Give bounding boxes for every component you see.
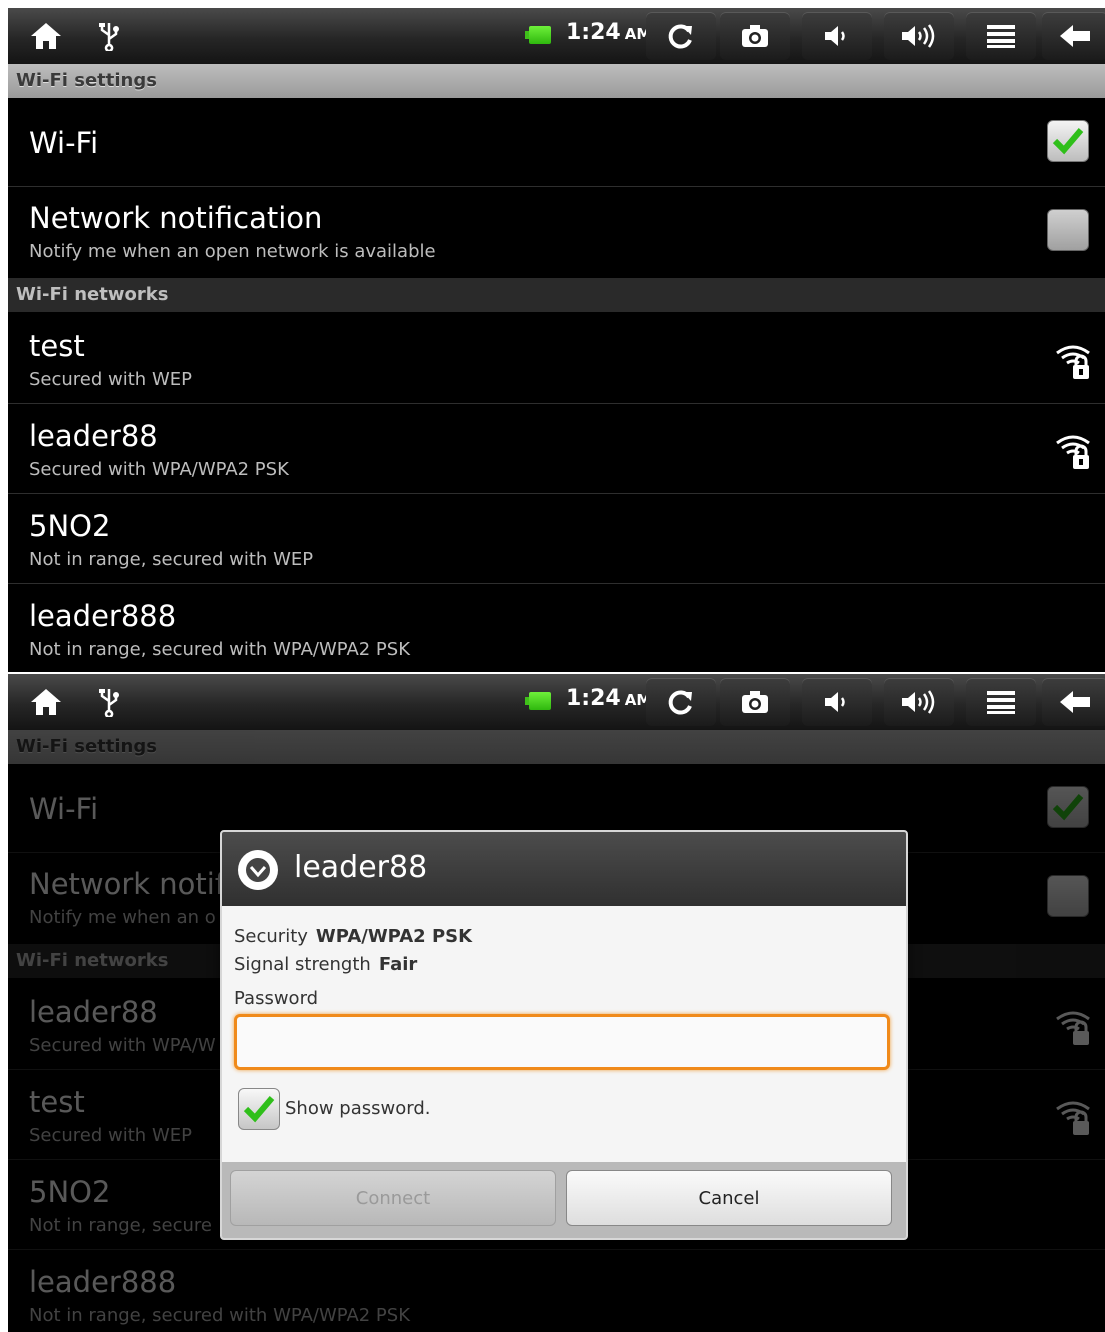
menu-button[interactable] <box>966 12 1036 60</box>
network-notification-checkbox <box>1047 875 1089 917</box>
usb-icon <box>94 682 124 722</box>
refresh-icon <box>668 24 692 49</box>
wifi-toggle-row[interactable]: Wi-Fi <box>8 98 1105 187</box>
network-name: leader88 <box>29 995 158 1029</box>
network-status: Not in range, secured with WPA/WPA2 PSK <box>29 1305 411 1326</box>
wifi-checkbox <box>1047 786 1089 828</box>
network-status: Not in range, secured with WPA/WPA2 PSK <box>29 639 411 660</box>
checkmark-icon <box>1052 794 1084 821</box>
status-bar: 1:24 AM <box>8 674 1105 730</box>
volume-down-button[interactable] <box>802 12 872 60</box>
back-icon <box>1060 25 1090 47</box>
network-status: Secured with WPA/WPA2 PSK <box>29 459 289 480</box>
network-item[interactable]: leader88 Secured with WPA/WPA2 PSK <box>8 403 1105 494</box>
network-notification-subtitle: Notify me when an open network is availa… <box>29 241 436 262</box>
menu-icon <box>987 691 1015 714</box>
wifi-dialog-icon <box>238 850 278 890</box>
camera-icon <box>742 25 768 47</box>
password-input[interactable] <box>234 1014 890 1070</box>
dialog-title-bar: leader88 <box>222 832 906 906</box>
networks-header: Wi-Fi networks <box>8 278 1105 312</box>
wifi-checkbox[interactable] <box>1047 120 1089 162</box>
menu-icon <box>987 25 1015 48</box>
wifi-locked-icon <box>1056 435 1090 469</box>
network-item: leader888 Not in range, secured with WPA… <box>8 1249 1105 1332</box>
refresh-button[interactable] <box>646 678 716 726</box>
network-name: leader88 <box>29 419 158 453</box>
clock: 1:24 AM <box>566 686 652 711</box>
cancel-button[interactable]: Cancel <box>566 1170 892 1226</box>
network-status: Not in range, secure <box>29 1215 213 1236</box>
menu-button[interactable] <box>966 678 1036 726</box>
clock: 1:24 AM <box>566 20 652 45</box>
signal-info: Signal strength Fair <box>234 954 418 975</box>
network-item[interactable]: leader888 Not in range, secured with WPA… <box>8 583 1105 672</box>
network-name: test <box>29 1085 85 1119</box>
wifi-locked-icon <box>1056 345 1090 379</box>
home-icon[interactable] <box>26 682 66 722</box>
password-label: Password <box>234 988 319 1009</box>
volume-up-icon <box>902 24 935 48</box>
wifi-label: Wi-Fi <box>29 792 99 826</box>
wifi-password-dialog-screen: 1:24 AM Wi-Fi settings Wi-Fi Network not… <box>8 674 1105 1332</box>
network-notification-title: Network notification <box>29 201 323 235</box>
network-notification-checkbox[interactable] <box>1047 209 1089 251</box>
show-password-label[interactable]: Show password. <box>285 1098 430 1119</box>
page-title: Wi-Fi settings <box>8 64 1105 98</box>
page-title: Wi-Fi settings <box>8 730 1105 764</box>
wifi-settings-screen: 1:24 AM Wi-Fi settings Wi-Fi Network noti… <box>8 8 1105 672</box>
home-icon[interactable] <box>26 16 66 56</box>
refresh-icon <box>668 690 692 715</box>
network-item[interactable]: 5NO2 Not in range, secured with WEP <box>8 493 1105 584</box>
network-name: 5NO2 <box>29 1175 111 1209</box>
network-status: Not in range, secured with WEP <box>29 549 314 570</box>
volume-up-button[interactable] <box>884 678 954 726</box>
volume-down-icon <box>825 26 845 46</box>
network-status: Secured with WEP <box>29 369 192 390</box>
back-icon <box>1060 691 1090 713</box>
network-name: 5NO2 <box>29 509 111 543</box>
show-password-checkbox[interactable] <box>238 1088 280 1130</box>
volume-up-icon <box>902 690 935 714</box>
network-name: leader888 <box>29 599 177 633</box>
volume-down-icon <box>825 692 845 712</box>
checkmark-icon <box>243 1096 275 1123</box>
dialog-button-bar: Connect Cancel <box>222 1162 906 1238</box>
network-notification-row[interactable]: Network notification Notify me when an o… <box>8 187 1105 277</box>
wifi-locked-icon <box>1056 1101 1090 1135</box>
refresh-button[interactable] <box>646 12 716 60</box>
connect-button[interactable]: Connect <box>230 1170 556 1226</box>
security-info: Security WPA/WPA2 PSK <box>234 926 473 947</box>
camera-icon <box>742 691 768 713</box>
screenshot-button[interactable] <box>720 678 790 726</box>
back-button[interactable] <box>1042 678 1105 726</box>
battery-icon <box>525 26 551 44</box>
battery-icon <box>525 692 551 710</box>
network-name: test <box>29 329 85 363</box>
network-status: Secured with WPA/W <box>29 1035 216 1056</box>
volume-down-button[interactable] <box>802 678 872 726</box>
wifi-label: Wi-Fi <box>29 126 99 160</box>
network-name: leader888 <box>29 1265 177 1299</box>
wifi-locked-icon <box>1056 1011 1090 1045</box>
network-notification-title: Network notif <box>29 867 226 901</box>
back-button[interactable] <box>1042 12 1105 60</box>
network-status: Secured with WEP <box>29 1125 192 1146</box>
password-dialog: leader88 Security WPA/WPA2 PSK Signal str… <box>220 830 908 1240</box>
usb-icon <box>94 16 124 56</box>
screenshot-button[interactable] <box>720 12 790 60</box>
network-notification-subtitle: Notify me when an o <box>29 907 216 928</box>
volume-up-button[interactable] <box>884 12 954 60</box>
dialog-title: leader88 <box>294 850 428 885</box>
checkmark-icon <box>1052 128 1084 155</box>
status-bar: 1:24 AM <box>8 8 1105 64</box>
network-item[interactable]: test Secured with WEP <box>8 313 1105 404</box>
